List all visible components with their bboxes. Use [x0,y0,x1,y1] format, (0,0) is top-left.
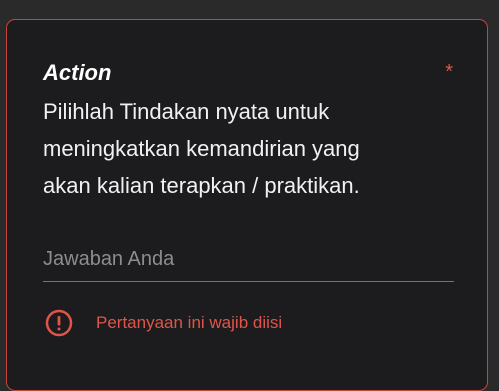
error-message-row: Pertanyaan ini wajib diisi [45,309,282,337]
question-title: Action [43,60,112,85]
question-description: Pilihlah Tindakan nyata untuk meningkatk… [43,99,360,198]
required-marker: * [445,61,453,83]
question-card: Action * Pilihlah Tindakan nyata untuk m… [6,19,488,391]
error-circle-icon [45,309,73,337]
answer-input[interactable] [43,244,454,282]
error-message: Pertanyaan ini wajib diisi [96,313,283,332]
